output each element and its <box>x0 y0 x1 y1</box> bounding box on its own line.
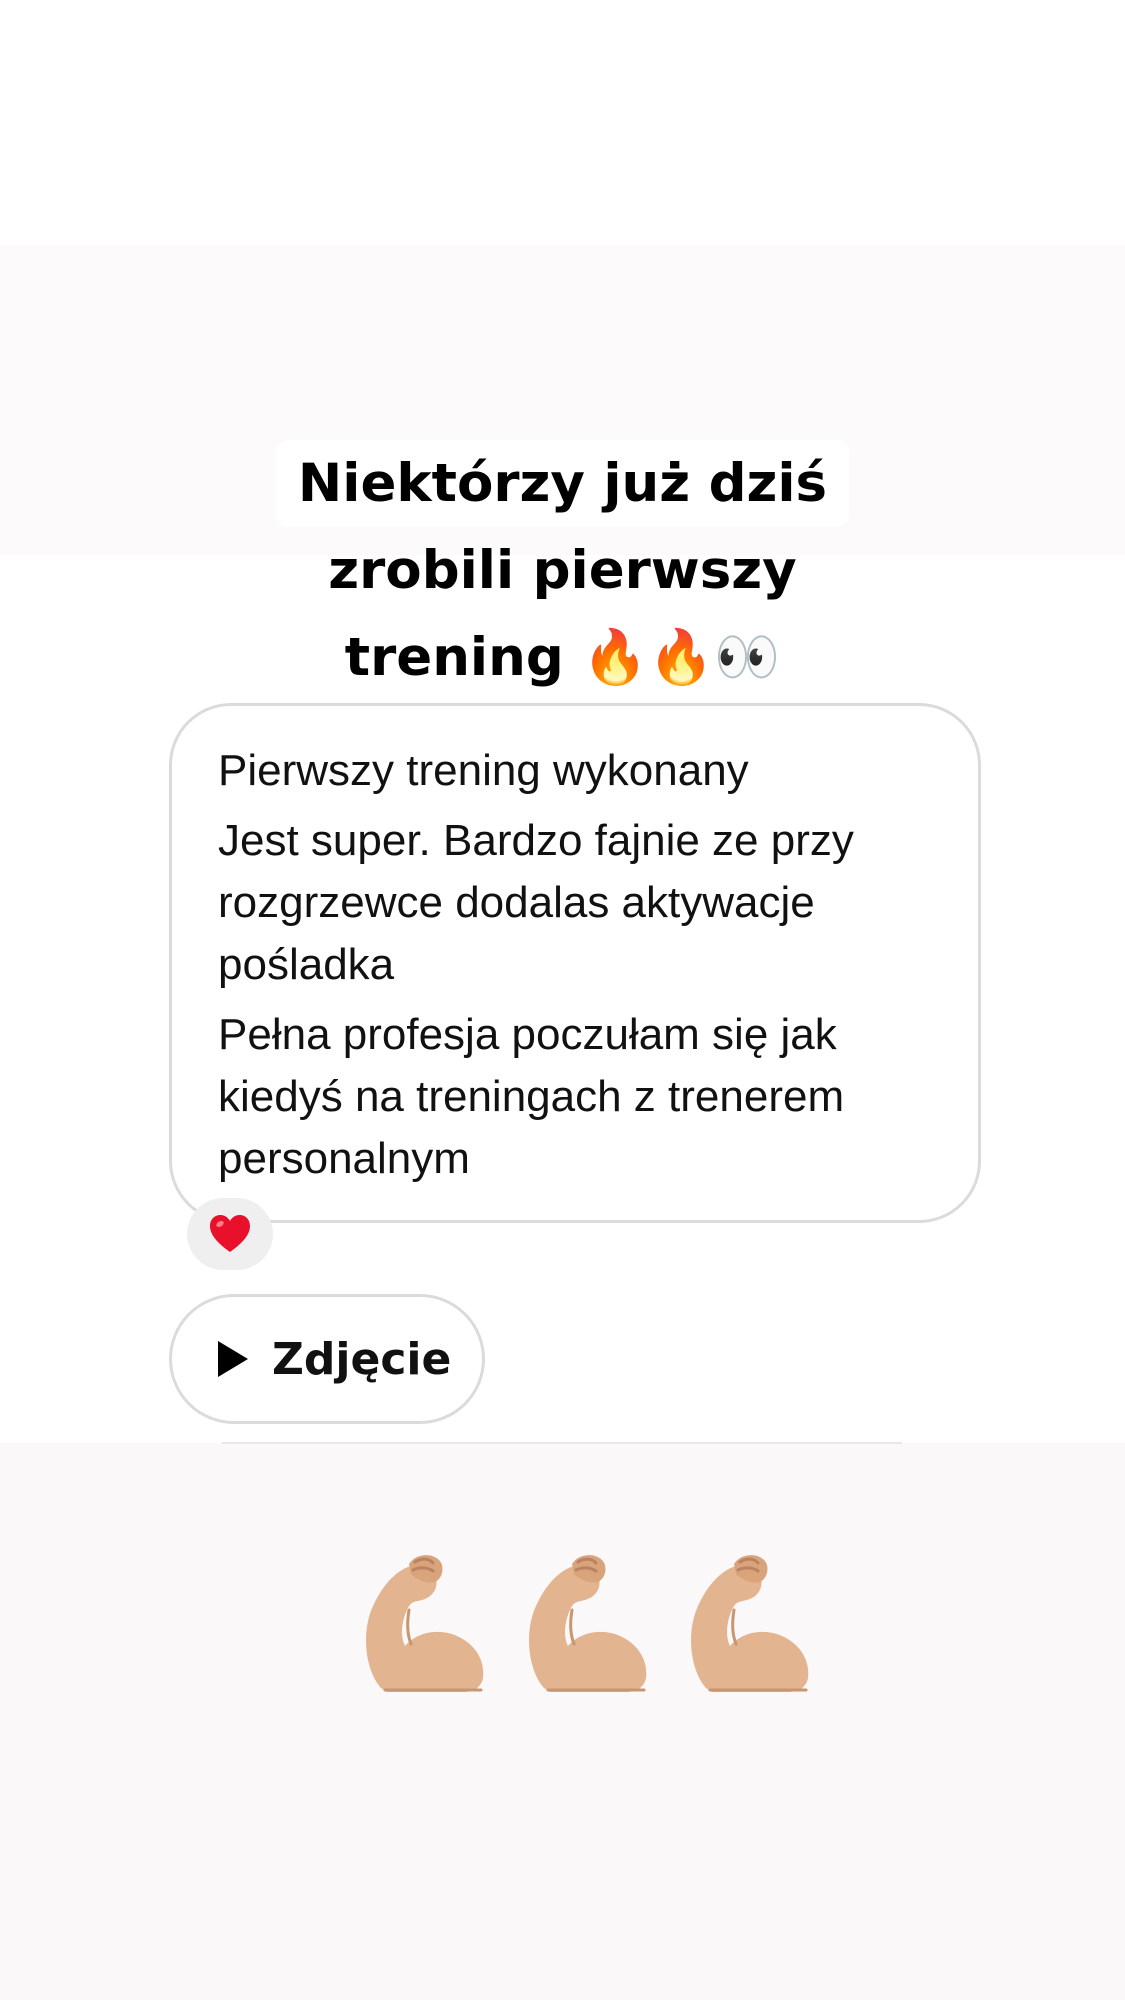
flexed-biceps-icon <box>366 1555 484 1692</box>
flexed-biceps-icon <box>528 1555 646 1692</box>
message-line: Jest super. Bardzo fajnie ze przy rozgrz… <box>218 816 854 989</box>
message-line: Pierwszy trening wykonany <box>218 746 749 795</box>
headline-line-3: trening 🔥🔥👀 <box>323 614 802 701</box>
flexed-biceps-icon <box>691 1555 809 1692</box>
heart-reaction[interactable] <box>187 1198 273 1270</box>
background-band-bottom <box>0 1443 1125 2000</box>
headline-line-2: zrobili pierwszy <box>328 540 797 601</box>
story-headline: Niektórzy już dziś zrobili pierwszy tren… <box>0 440 1125 701</box>
play-icon <box>218 1341 248 1377</box>
fire-eyes-emoji: 🔥🔥👀 <box>582 627 781 688</box>
flexed-biceps-sticker <box>355 1550 815 1695</box>
message-line: Pełna profesja poczułam się jak kiedyś n… <box>218 1010 845 1183</box>
message-bubble[interactable]: Pierwszy trening wykonany Jest super. Ba… <box>169 703 981 1223</box>
heart-icon <box>210 1215 250 1252</box>
headline-line-3-text: trening <box>344 627 564 688</box>
attachment-label: Zdjęcie <box>272 1333 452 1385</box>
photo-attachment-button[interactable]: Zdjęcie <box>169 1294 485 1424</box>
divider <box>222 1442 902 1444</box>
headline-line-1: Niektórzy już dziś <box>275 440 850 527</box>
